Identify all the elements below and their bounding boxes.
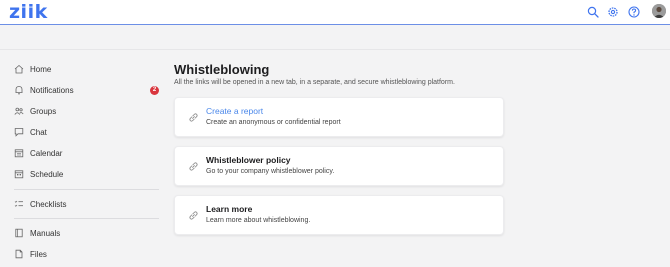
card-title[interactable]: Learn more xyxy=(206,204,252,214)
sidebar-item-label: Chat xyxy=(30,127,47,137)
sidebar-item-schedule[interactable]: Schedule xyxy=(14,165,164,183)
chat-icon xyxy=(14,128,24,137)
app-logo[interactable]: ziik xyxy=(9,2,48,22)
calendar-icon xyxy=(14,149,24,158)
sidebar-item-label: Home xyxy=(30,64,52,74)
checklist-icon xyxy=(14,200,23,207)
card-description: Learn more about whistleblowing. xyxy=(206,217,311,224)
sidebar-item-calendar[interactable]: Calendar xyxy=(14,144,164,162)
link-icon xyxy=(189,211,198,220)
sidebar-item-label: Checklists xyxy=(30,199,67,209)
link-icon xyxy=(189,113,198,122)
sidebar-item-notifications[interactable]: Notifications 2 xyxy=(14,81,164,99)
sidebar-divider xyxy=(14,218,159,219)
sidebar-item-chat[interactable]: Chat xyxy=(14,123,164,141)
gear-icon[interactable] xyxy=(607,6,619,18)
sidebar-item-files[interactable]: Files xyxy=(14,245,164,263)
notification-badge: 2 xyxy=(150,86,159,95)
card-title[interactable]: Create a report xyxy=(206,106,263,116)
sub-header xyxy=(0,26,670,50)
sidebar-item-label: Notifications xyxy=(30,85,74,95)
sidebar: Home Notifications 2 Groups Chat Calenda… xyxy=(0,51,165,267)
groups-icon xyxy=(14,107,24,115)
card-create-report[interactable]: Create a report Create an anonymous or c… xyxy=(174,97,504,137)
card-description: Go to your company whistleblower policy. xyxy=(206,168,335,175)
help-icon[interactable] xyxy=(628,6,640,18)
card-whistleblower-policy[interactable]: Whistleblower policy Go to your company … xyxy=(174,146,504,186)
schedule-icon xyxy=(14,170,24,179)
card-title[interactable]: Whistleblower policy xyxy=(206,155,291,165)
file-icon xyxy=(15,249,23,259)
search-icon[interactable] xyxy=(587,6,599,18)
manual-icon xyxy=(15,228,23,238)
card-learn-more[interactable]: Learn more Learn more about whistleblowi… xyxy=(174,195,504,235)
home-icon xyxy=(14,64,24,74)
sidebar-item-label: Manuals xyxy=(30,228,61,238)
sidebar-item-label: Groups xyxy=(30,106,57,116)
sidebar-divider xyxy=(14,189,159,190)
link-icon xyxy=(189,162,198,171)
page-subtitle: All the links will be opened in a new ta… xyxy=(174,79,455,86)
sidebar-item-manuals[interactable]: Manuals xyxy=(14,224,164,242)
avatar[interactable] xyxy=(652,4,666,18)
page-title: Whistleblowing xyxy=(174,62,270,77)
sidebar-item-label: Files xyxy=(30,249,47,259)
sidebar-item-home[interactable]: Home xyxy=(14,60,164,78)
sidebar-item-label: Calendar xyxy=(30,148,63,158)
sidebar-item-groups[interactable]: Groups xyxy=(14,102,164,120)
sidebar-item-checklists[interactable]: Checklists xyxy=(14,195,164,213)
sidebar-item-label: Schedule xyxy=(30,169,64,179)
bell-icon xyxy=(15,86,23,95)
card-description: Create an anonymous or confidential repo… xyxy=(206,119,341,126)
top-bar: ziik xyxy=(0,0,670,25)
